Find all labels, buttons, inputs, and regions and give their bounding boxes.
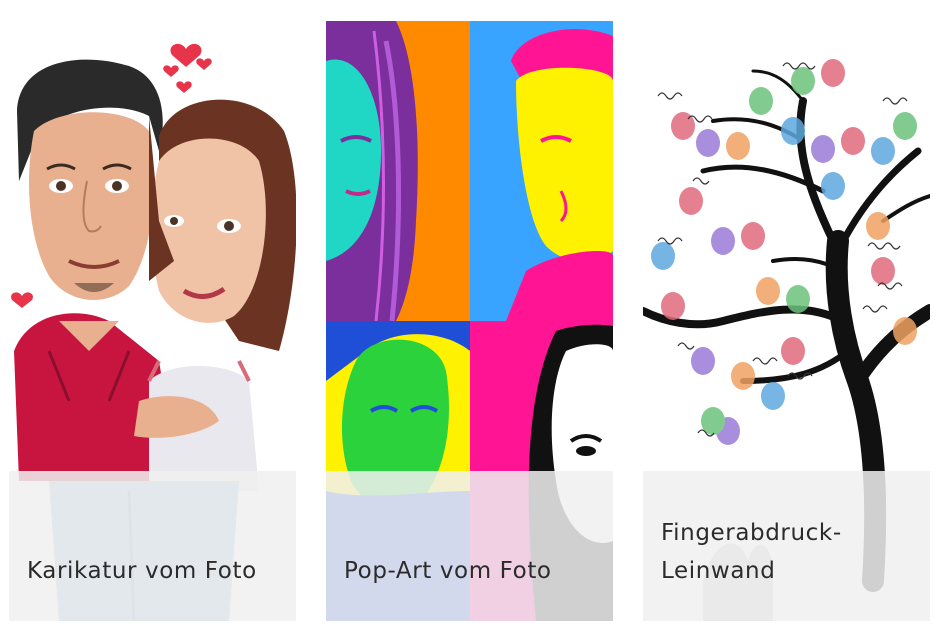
card-caption: Karikatur vom Foto (9, 471, 296, 621)
card-caption: Fingerabdruck-Leinwand (643, 471, 930, 621)
card-title[interactable]: Pop-Art vom Foto (344, 552, 599, 590)
product-card-karikatur[interactable]: Karikatur vom Foto (9, 21, 296, 621)
product-card-fingerabdruck[interactable]: Fingerabdruck-Leinwand (643, 21, 930, 621)
card-caption: Pop-Art vom Foto (326, 471, 613, 621)
product-card-pop-art[interactable]: Pop-Art vom Foto (326, 21, 613, 621)
card-title[interactable]: Fingerabdruck-Leinwand (661, 514, 916, 590)
card-title[interactable]: Karikatur vom Foto (27, 552, 282, 590)
